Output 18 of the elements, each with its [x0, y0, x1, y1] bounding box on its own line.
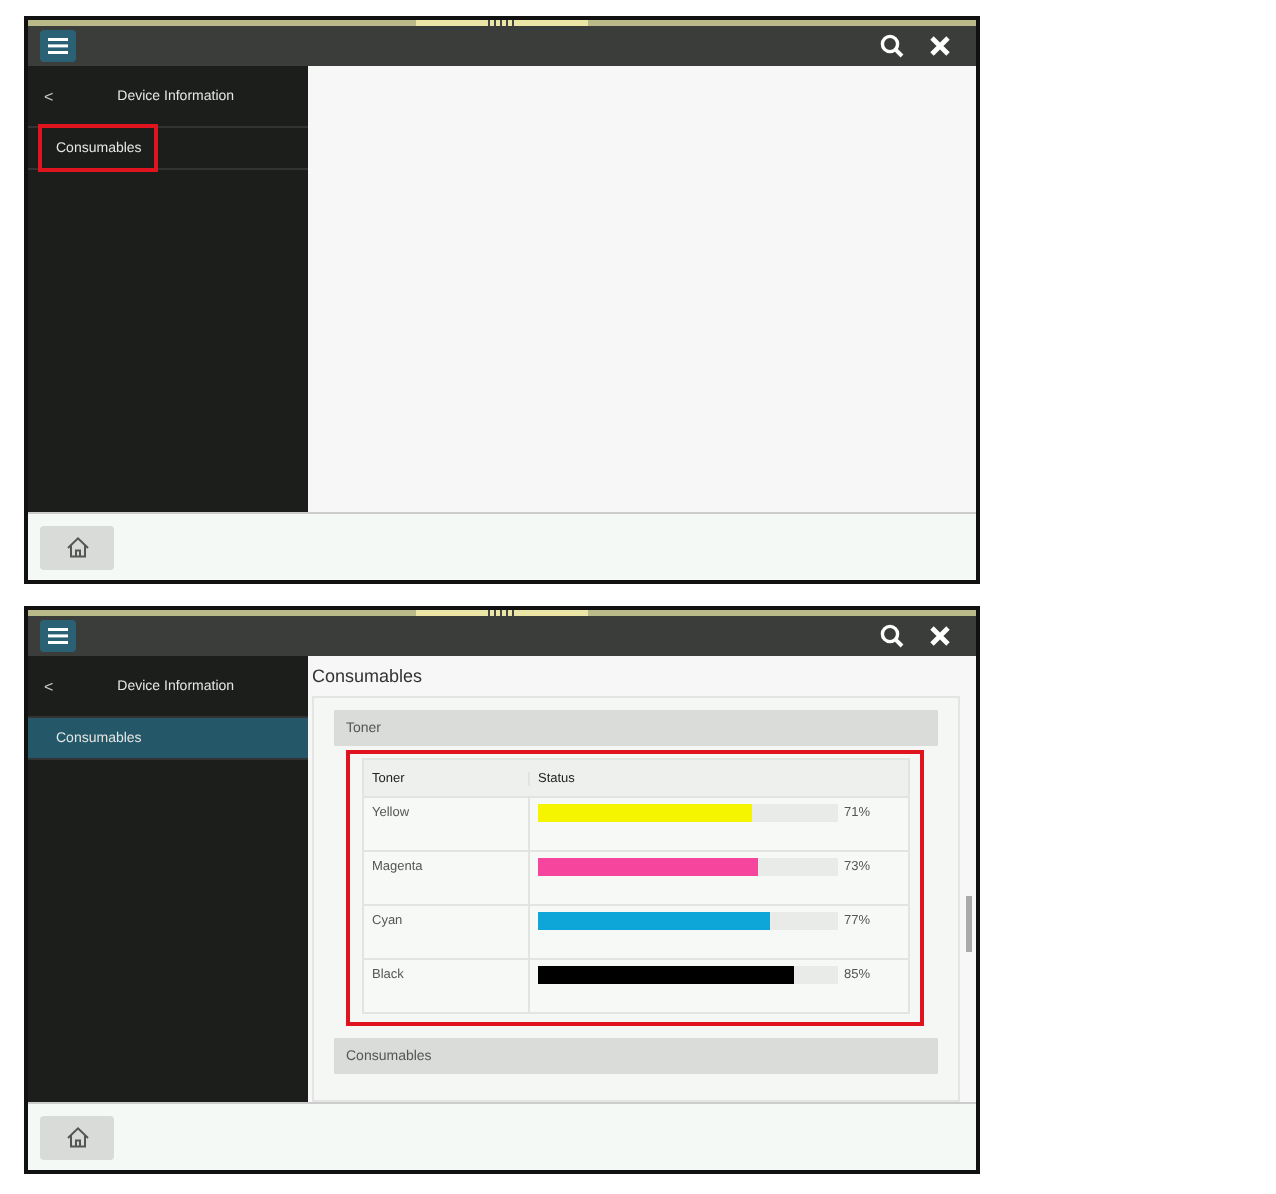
back-button[interactable]: < — [28, 87, 70, 105]
menu-icon — [48, 628, 68, 644]
home-icon — [65, 1126, 89, 1148]
drag-handle[interactable] — [416, 610, 588, 616]
home-icon — [65, 536, 89, 558]
search-icon — [880, 624, 904, 648]
search-icon — [880, 34, 904, 58]
menu-button[interactable] — [40, 620, 76, 652]
close-icon — [930, 626, 950, 646]
home-button[interactable] — [40, 1115, 114, 1159]
close-icon — [930, 36, 950, 56]
scrollbar[interactable] — [966, 896, 972, 952]
home-button[interactable] — [40, 525, 114, 569]
menu-icon — [48, 38, 68, 54]
back-button[interactable]: < — [28, 677, 70, 695]
menu-button[interactable] — [40, 30, 76, 62]
drag-handle[interactable] — [416, 20, 588, 26]
page-title: Consumables — [310, 664, 425, 690]
